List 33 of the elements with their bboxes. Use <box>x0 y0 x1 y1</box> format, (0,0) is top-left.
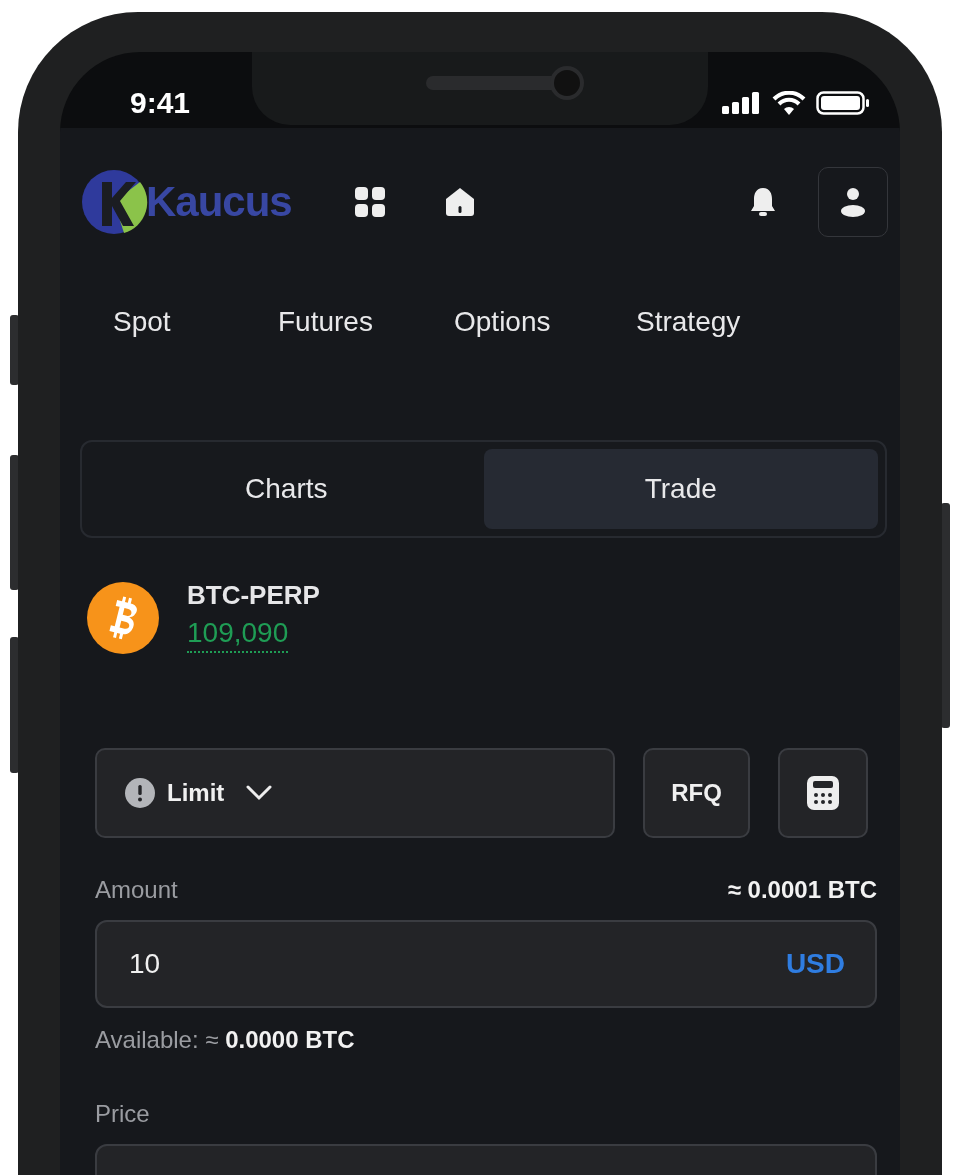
amount-field[interactable]: 10 USD <box>95 920 877 1008</box>
instrument-symbol: BTC-PERP <box>187 580 320 611</box>
amount-label: Amount <box>95 876 178 904</box>
signal-icon <box>722 92 762 114</box>
nav-link[interactable]: Spot <box>113 306 278 338</box>
info-icon <box>125 778 155 808</box>
notification-bell-icon[interactable] <box>750 187 776 217</box>
user-icon <box>841 187 865 217</box>
bitcoin-icon <box>87 582 159 654</box>
nav-link[interactable]: Options <box>454 306 636 338</box>
currency-unit[interactable]: USD <box>785 948 845 980</box>
available-balance: Available: ≈ 0.0000 BTC <box>95 1026 356 1054</box>
home-icon[interactable] <box>444 187 476 217</box>
profile-button[interactable] <box>818 167 888 237</box>
logo-text: Kaucus <box>146 178 292 226</box>
chevron-down-icon <box>246 785 273 801</box>
conversion-text: ≈ 0.0001 BTC <box>727 876 877 904</box>
instrument-price: 109,090 <box>187 617 289 653</box>
price-label: Price <box>95 1100 151 1128</box>
camera-lens <box>550 66 584 100</box>
logo-icon <box>80 168 148 236</box>
status-time: 9:41 <box>130 86 191 120</box>
calculator-icon <box>807 776 839 810</box>
nav-link[interactable]: Futures <box>278 306 454 338</box>
battery-icon <box>816 91 870 115</box>
wifi-icon <box>772 91 806 115</box>
calculator-button[interactable] <box>778 748 868 838</box>
view-tab[interactable]: Charts <box>89 449 484 529</box>
order-type-dropdown[interactable]: Limit <box>95 748 615 838</box>
apps-icon[interactable] <box>354 186 386 218</box>
nav-link[interactable]: Strategy <box>636 306 741 338</box>
rfq-button[interactable]: RFQ <box>643 748 750 838</box>
view-tab[interactable]: Trade <box>483 449 878 529</box>
